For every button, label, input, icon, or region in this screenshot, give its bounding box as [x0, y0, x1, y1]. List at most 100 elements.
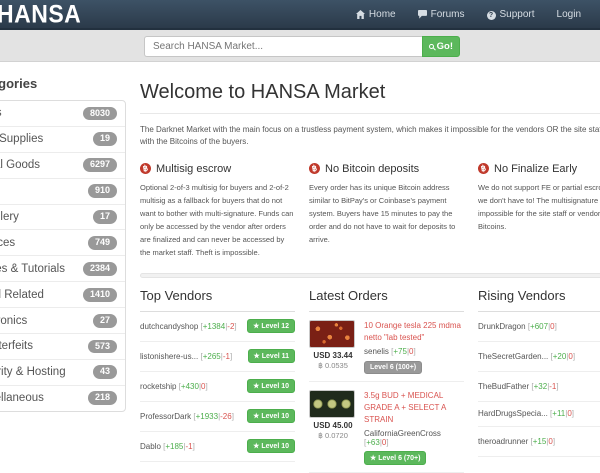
search-go-label: Go! — [436, 41, 453, 52]
search-icon — [429, 44, 434, 49]
nav-item-home[interactable]: Home — [345, 0, 407, 29]
vendor-link[interactable]: dutchcandyshop [+1384|-2] — [140, 322, 237, 331]
order-details: 10 Orange tesla 225 mdma netto "lab test… — [364, 320, 464, 374]
feature-text: Every order has its unique Bitcoin addre… — [309, 182, 456, 245]
vendor-link[interactable]: HardDrugsSpecia... [+11|0] — [478, 409, 574, 418]
category-count-badge: 43 — [92, 365, 117, 380]
sidebar-item-drugs[interactable]: Drugs 8030 — [0, 101, 125, 127]
category-count-badge: 218 — [87, 391, 117, 406]
listing-thumbnail[interactable] — [309, 389, 355, 418]
rising-vendors-column: Rising Vendors DrunkDragon [+607|0]★ Lev… — [478, 288, 600, 473]
nav-item-label: Support — [499, 8, 535, 20]
sidebar-item-electronics[interactable]: Electronics 27 — [0, 308, 125, 335]
category-label: Security & Hosting — [0, 366, 66, 379]
sidebar-item-guides-tutorials[interactable]: Guides & Tutorials 2384 — [0, 256, 125, 283]
feature-box: ฿ No Finalize Early We do not support FE o… — [477, 162, 600, 260]
category-label: Digital Goods — [0, 159, 41, 172]
category-count-badge: 2384 — [82, 261, 117, 276]
sidebar-item-fraud-related[interactable]: Fraud Related 1410 — [0, 282, 125, 309]
vendor-link[interactable]: DrunkDragon [+607|0] — [478, 322, 557, 331]
vendor-reputation: [+15|0] — [530, 436, 556, 446]
section-divider — [140, 272, 600, 278]
feature-title: ฿ Multisig escrow — [139, 162, 295, 176]
forums-icon — [417, 9, 427, 19]
vendor-link[interactable]: TheBudFather [+32|-1] — [478, 382, 559, 391]
vendor-link[interactable]: listonishere-us... [+265|-1] — [140, 352, 232, 361]
feature-columns: ฿ Multisig escrow Optional 2-of-3 multisig… — [139, 162, 600, 260]
vendor-row: ProfessorDark [+1933|-26] ★ Level 10 — [140, 402, 295, 432]
bitcoin-icon: ฿ — [139, 162, 152, 176]
category-label: Counterfeits — [0, 340, 34, 353]
sidebar-item-drug-supplies[interactable]: Drug Supplies 19 — [0, 127, 125, 153]
category-list: Drugs 8030 Drug Supplies 19 Digital Goods 629… — [0, 100, 126, 412]
sidebar-item-counterfeits[interactable]: Counterfeits 573 — [0, 334, 125, 360]
vendor-reputation: [+430|0] — [178, 381, 208, 391]
vendor-row: rocketship [+430|0] ★ Level 10 — [140, 372, 295, 402]
vendor-link[interactable]: theroadrunner [+15|0] — [478, 437, 555, 446]
category-count-badge: 749 — [87, 235, 117, 250]
sidebar-header: Categories — [0, 76, 38, 91]
vendor-level-badge: ★ Level 10 — [247, 439, 295, 454]
order-price-btc: ฿ 0.0535 — [318, 360, 348, 370]
feature-title: ฿ No Finalize Early — [477, 162, 600, 176]
vendor-reputation: [+63|0] — [364, 437, 389, 447]
order-details: 3.5g BUD + MEDICAL GRADE A + SELECT A ST… — [364, 390, 464, 465]
nav-item-forums[interactable]: Forums — [407, 0, 476, 29]
nav-item-support[interactable]: ? Support — [476, 0, 546, 29]
sidebar-item-services[interactable]: Services 749 — [0, 230, 125, 257]
title-divider — [140, 113, 600, 114]
latest-orders-heading: Latest Orders — [309, 288, 464, 312]
top-vendors-list: dutchcandyshop [+1384|-2] ★ Level 12 listo… — [140, 312, 295, 462]
category-count-badge: 6297 — [82, 158, 117, 173]
nav-item-label: Home — [368, 8, 396, 20]
search-input[interactable] — [144, 36, 422, 57]
order-vendor[interactable]: CaliforniaGreenCross [+63|0] — [364, 429, 464, 447]
vendor-level-badge: ★ Level 10 — [247, 379, 295, 394]
category-label: Drug Supplies — [0, 133, 44, 146]
order-vendor[interactable]: senelis [+75|0] — [364, 347, 464, 356]
home-icon — [355, 9, 365, 19]
vendor-level-badge: Level 6 (100+) — [364, 360, 423, 374]
top-navbar: HANSA Home Forums? Support Login — [0, 0, 600, 30]
search-go-button[interactable]: Go! — [422, 36, 460, 57]
sidebar-item-security-hosting[interactable]: Security & Hosting 43 — [0, 360, 125, 386]
vendor-level-badge: ★ Level 10 — [247, 409, 295, 424]
vendor-reputation: [+11|0] — [550, 409, 575, 419]
order-row: USD 33.44 ฿ 0.0535 10 Orange tesla 225 mdm… — [309, 312, 464, 382]
category-count-badge: 1410 — [82, 287, 117, 302]
vendor-row: dutchcandyshop [+1384|-2] ★ Level 12 — [140, 312, 295, 342]
vendor-link[interactable]: TheSecretGarden... [+20|0] — [478, 352, 575, 361]
vendor-reputation: [+1933|-26] — [193, 411, 234, 421]
feature-title-text: No Bitcoin deposits — [325, 162, 420, 175]
listing-title-link[interactable]: 3.5g BUD + MEDICAL GRADE A + SELECT A ST… — [364, 390, 464, 426]
search-band: Go! — [0, 30, 600, 62]
category-label: Services — [0, 236, 16, 249]
vendor-level-badge: ★ Level 6 (70+) — [364, 450, 427, 465]
vendor-row: Dablo [+185|-1] ★ Level 10 — [140, 432, 295, 462]
feature-title-text: Multisig escrow — [156, 162, 232, 175]
sidebar-item-miscellaneous[interactable]: Miscellaneous 218 — [0, 386, 125, 411]
feature-text: We do not support FE or partial escrow r… — [478, 182, 600, 232]
vendor-link[interactable]: Dablo [+185|-1] — [140, 442, 195, 451]
vendor-level-badge: ★ Level 11 — [247, 349, 295, 364]
vendor-link[interactable]: ProfessorDark [+1933|-26] — [140, 412, 234, 421]
main-content: Welcome to HANSA Market The Darknet Mark… — [139, 62, 600, 473]
sidebar-item-data[interactable]: Data910 — [0, 179, 125, 205]
sidebar-item-jewellery[interactable]: Jewellery 17 — [0, 205, 125, 231]
category-count-badge: 910 — [87, 184, 117, 199]
nav-item-login[interactable]: Login — [546, 0, 592, 29]
category-label: Fraud Related — [0, 288, 44, 301]
category-count-badge: 27 — [92, 313, 117, 328]
listing-thumbnail[interactable] — [309, 319, 355, 348]
category-sidebar: Categories Drugs 8030 Drug Supplies 19 Digit… — [0, 76, 126, 412]
listing-title-link[interactable]: 10 Orange tesla 225 mdma netto "lab test… — [364, 320, 464, 344]
search-group: Go! — [144, 36, 460, 57]
vendor-link[interactable]: rocketship [+430|0] — [140, 382, 208, 391]
brand-logo[interactable]: HANSA — [0, 0, 81, 29]
order-price-usd: USD 33.44 — [313, 350, 353, 360]
vendor-reputation: [+185|-1] — [163, 441, 195, 451]
feature-title-text: No Finalize Early — [494, 162, 578, 175]
sidebar-item-digital-goods[interactable]: Digital Goods 6297 — [0, 153, 125, 179]
support-icon: ? — [486, 10, 496, 20]
vendor-row: theroadrunner [+15|0]★ Level — [478, 427, 600, 457]
